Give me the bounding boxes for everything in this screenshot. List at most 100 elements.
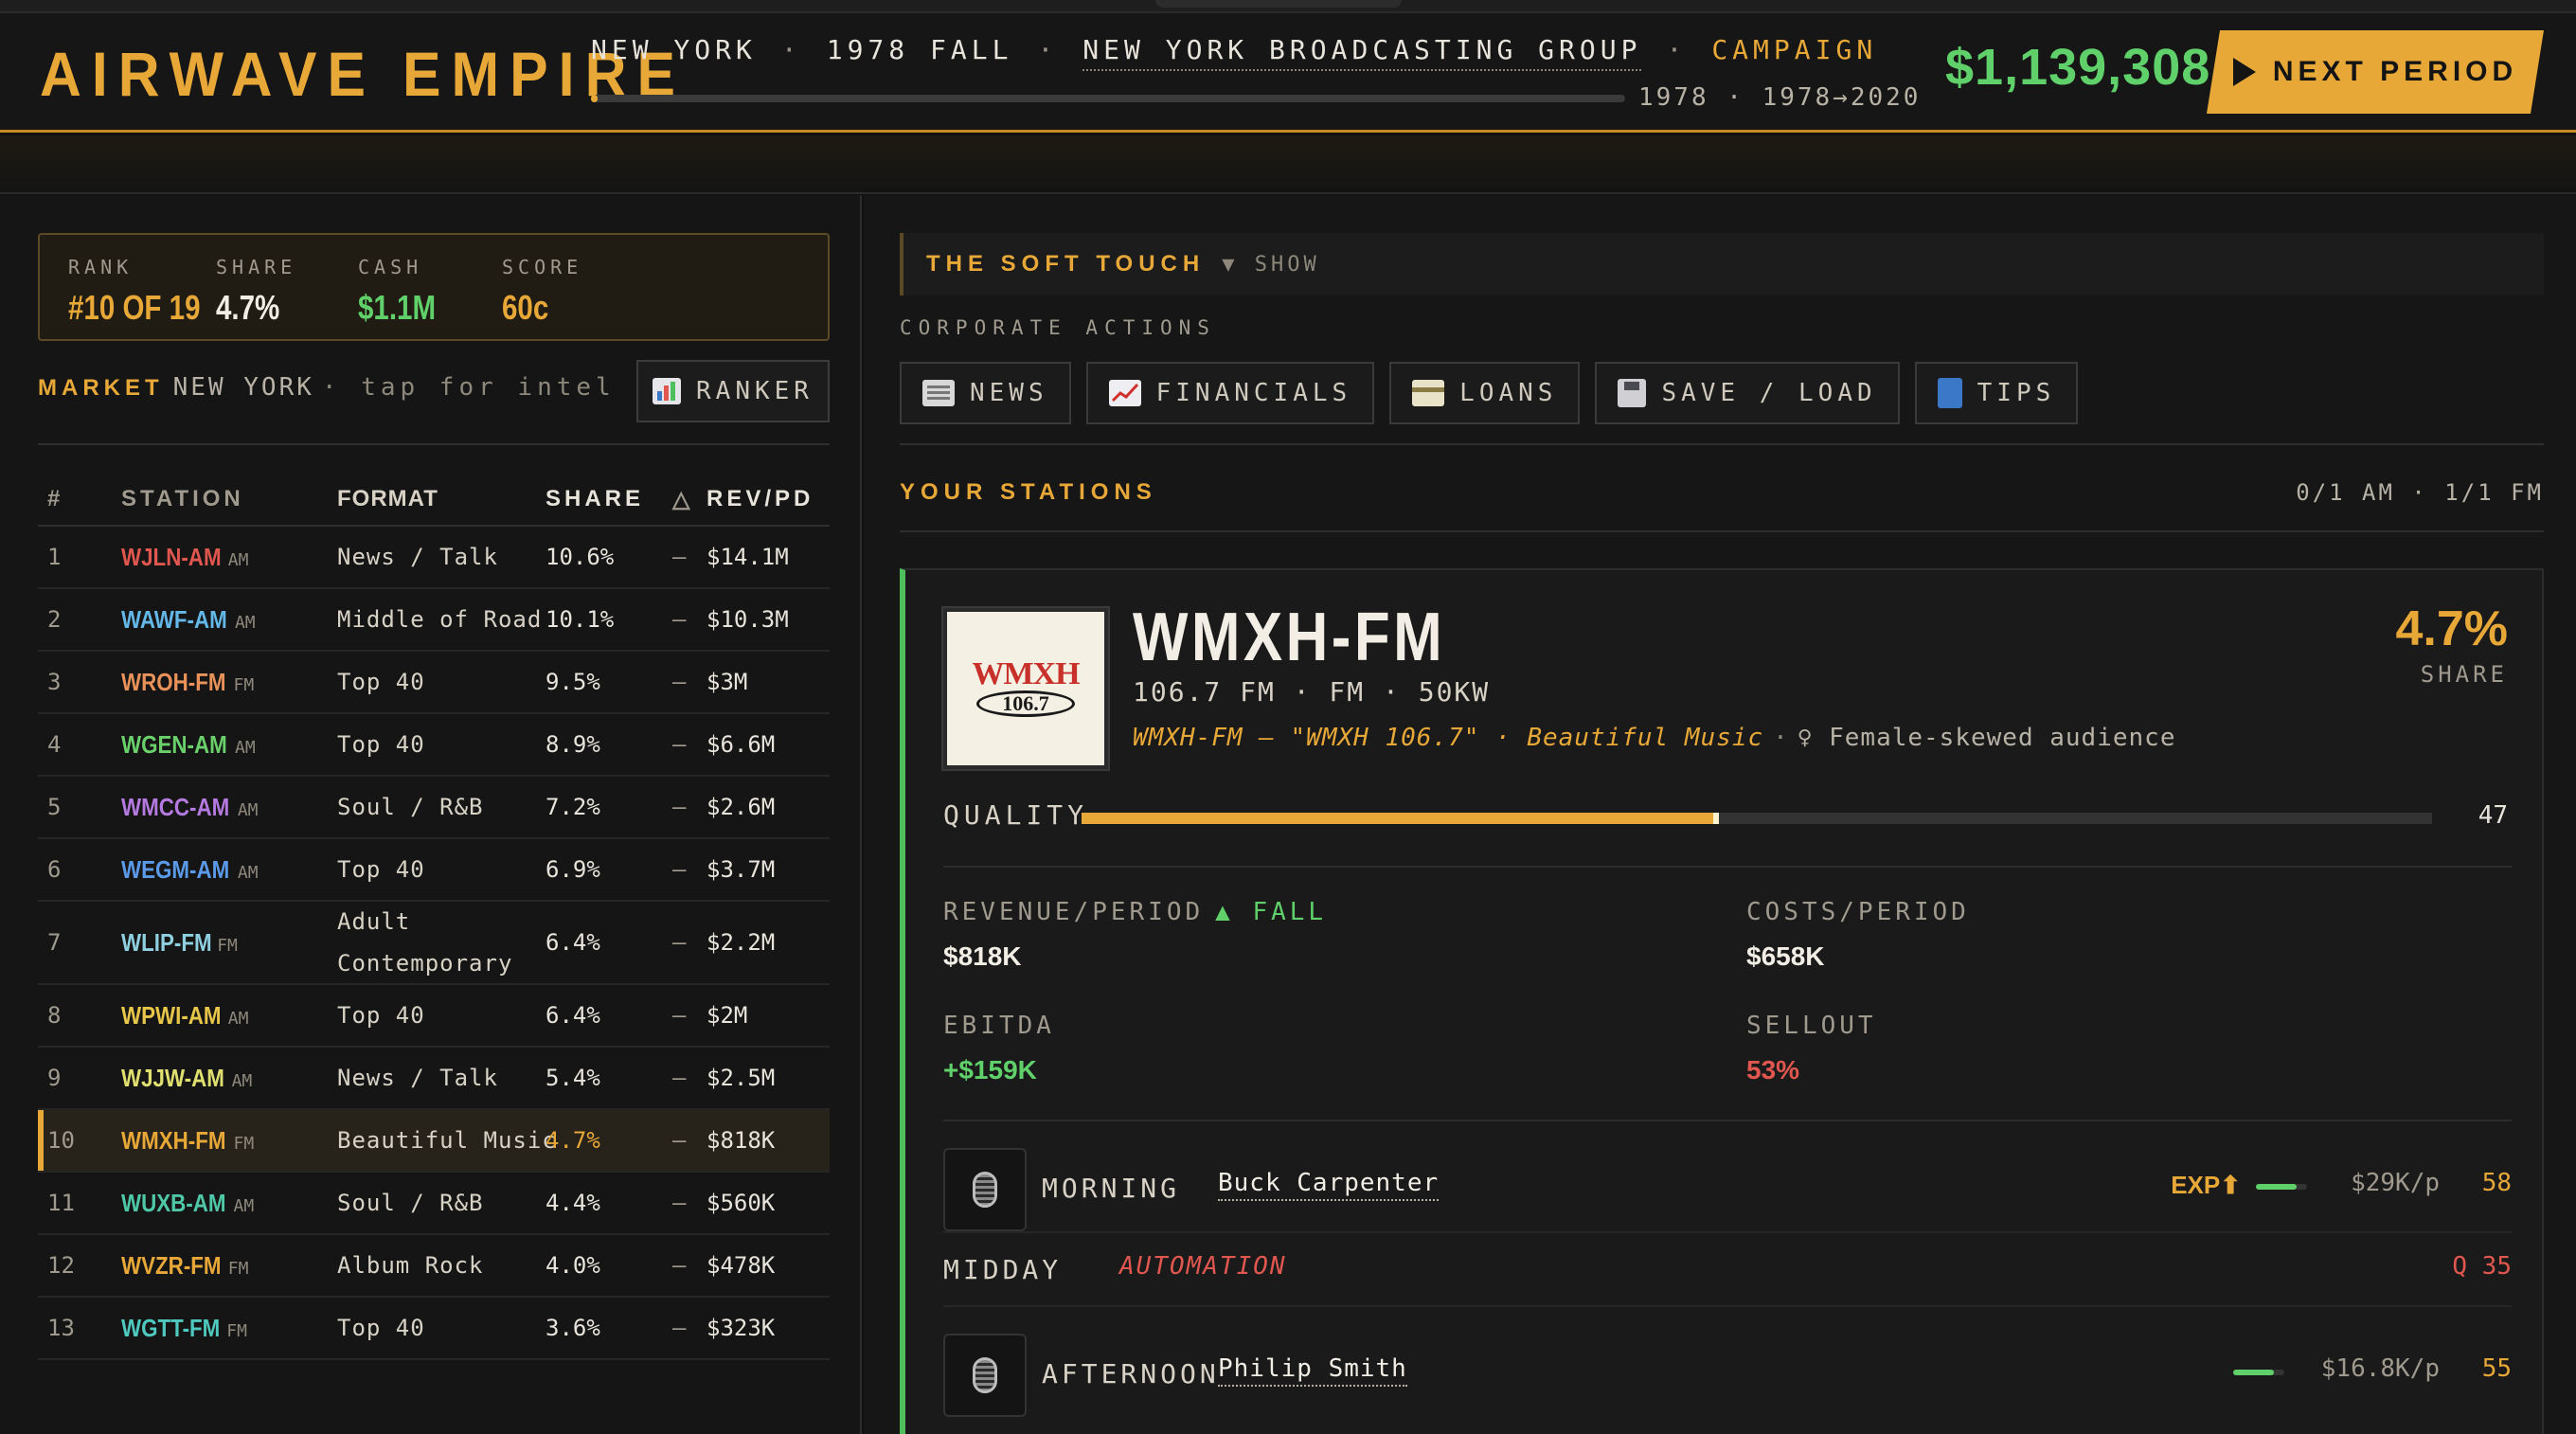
rank-cell: 11 [47, 1190, 75, 1216]
column-header-rank[interactable]: # [38, 486, 121, 512]
station-tagline: WMXH-FM — "WMXH 106.7" · Beautiful Music… [1133, 724, 2175, 752]
show-toggle-bar[interactable]: THE SOFT TOUCH ▼ SHOW [900, 233, 2544, 296]
market-intel-link[interactable]: MARKET NEW YORK · tap for intel [38, 373, 616, 402]
station-cell: WGEN-AM AM [121, 730, 337, 760]
station-band: AM [233, 1195, 255, 1216]
sellout-label: SELLOUT [1746, 1012, 1877, 1040]
table-row[interactable]: 8 WPWI-AM AM Top 40 6.4% — $2M [38, 985, 830, 1048]
quality-bar-fill [1082, 813, 1717, 824]
trend-cell: — [672, 856, 687, 883]
save-load-button[interactable]: SAVE / LOAD [1595, 362, 1900, 424]
table-row[interactable]: 4 WGEN-AM AM Top 40 8.9% — $6.6M [38, 714, 830, 777]
ranker-button[interactable]: RANKER [636, 360, 830, 422]
microphone-icon [943, 1334, 1027, 1417]
breadcrumb: NEW YORK · 1978 FALL · NEW YORK BROADCASTING… [591, 34, 1877, 71]
sellout-block: SELLOUT 53% [1746, 1012, 1877, 1085]
column-header-share[interactable]: SHARE [546, 486, 672, 512]
table-row[interactable]: 9 WJJW-AM AM News / Talk 5.4% — $2.5M [38, 1048, 830, 1110]
news-button[interactable]: NEWS [900, 362, 1071, 424]
table-row[interactable]: 2 WAWF-AM AM Middle of Road 10.1% — $10.3M [38, 589, 830, 652]
rank-cell: 7 [47, 929, 62, 956]
format-cell: Top 40 [337, 669, 425, 695]
stat-score: SCORE 60c [502, 256, 582, 328]
station-call-sign: WLIP-FM [121, 927, 212, 957]
station-cell: WMXH-FM FM [121, 1126, 337, 1156]
breadcrumb-market[interactable]: NEW YORK [591, 34, 757, 65]
format-cell: Top 40 [337, 1002, 425, 1029]
column-header-format[interactable]: FORMAT [337, 486, 546, 512]
host-performance-meter [2233, 1370, 2284, 1375]
player-stats-card: RANK #10 OF 19 SHARE 4.7% CASH $1.1M SCO… [38, 233, 830, 341]
line-chart-icon [1108, 380, 1141, 406]
stat-share-label: SHARE [216, 256, 297, 278]
loans-button[interactable]: LOANS [1389, 362, 1581, 424]
next-period-button[interactable]: NEXT PERIOD [2207, 30, 2544, 114]
table-row[interactable]: 7 WLIP-FM FM Adult Contemporary 6.4% — $2.2M [38, 902, 830, 985]
play-icon [2233, 58, 2256, 86]
financials-button[interactable]: FINANCIALS [1085, 362, 1375, 424]
table-row[interactable]: 6 WEGM-AM AM Top 40 6.9% — $3.7M [38, 839, 830, 902]
share-cell: 6.4% [546, 929, 600, 956]
host-name-link[interactable]: Philip Smith [1218, 1354, 1407, 1387]
table-row[interactable]: 10 WMXH-FM FM Beautiful Music 4.7% — $818K [38, 1110, 830, 1173]
revenue-trend: ▲ FALL [1215, 898, 1328, 926]
audience-skew: ♀ Female-skewed audience [1797, 724, 2176, 752]
rank-cell: 3 [47, 669, 62, 695]
station-card[interactable]: WMXH 106.7 WMXH-FM 106.7 FM · FM · 50KW … [900, 568, 2544, 1434]
costs-label: COSTS/PERIOD [1746, 898, 1970, 926]
cash-balance: $1,139,308 [1945, 39, 2211, 96]
station-share-label: SHARE [2420, 661, 2508, 688]
market-label: MARKET [38, 375, 164, 401]
floppy-disk-icon [1618, 379, 1647, 407]
market-ranking-table: # STATION FORMAT SHARE △ REV/PD 1 WJLN-AM… [38, 474, 830, 1360]
column-header-revenue[interactable]: REV/PD [707, 486, 830, 512]
table-row[interactable]: 1 WJLN-AM AM News / Talk 10.6% — $14.1M [38, 527, 830, 589]
station-call-sign: WAWF-AM [121, 604, 227, 634]
table-row[interactable]: 3 WROH-FM FM Top 40 9.5% — $3M [38, 652, 830, 714]
host-salary: $29K/p [2351, 1169, 2440, 1197]
divider [943, 866, 2512, 868]
divider [943, 1120, 2512, 1121]
station-band: AM [234, 612, 256, 633]
trend-cell: — [672, 929, 687, 956]
format-cell: Top 40 [337, 731, 425, 758]
market-hint: · tap for intel [321, 373, 616, 402]
format-cell: Adult Contemporary [337, 908, 513, 977]
column-header-change[interactable]: △ [672, 486, 707, 513]
timeline-progress-bar [591, 95, 1625, 102]
station-band: AM [237, 862, 259, 883]
breadcrumb-company[interactable]: NEW YORK BROADCASTING GROUP [1082, 34, 1642, 71]
ranker-label: RANKER [696, 377, 814, 405]
table-row[interactable]: 12 WVZR-FM FM Album Rock 4.0% — $478K [38, 1235, 830, 1298]
share-cell: 7.2% [546, 794, 600, 820]
revenue-cell: $818K [707, 1127, 776, 1154]
table-row[interactable]: 13 WGTT-FM FM Top 40 3.6% — $323K [38, 1298, 830, 1360]
loans-label: LOANS [1459, 379, 1558, 407]
breadcrumb-period: 1978 FALL [826, 34, 1013, 65]
stat-cash: CASH $1.1M [358, 256, 453, 328]
microphone-icon [943, 1148, 1027, 1231]
tips-button[interactable]: TIPS [1914, 362, 2079, 424]
table-row[interactable]: 11 WUXB-AM AM Soul / R&B 4.4% — $560K [38, 1173, 830, 1235]
station-call-sign: WMXH-FM [121, 1125, 226, 1155]
daypart-morning[interactable]: MORNING Buck Carpenter EXP⬆ $29K/p 58 [943, 1138, 2512, 1233]
host-name-link[interactable]: Buck Carpenter [1218, 1169, 1440, 1201]
station-call-sign: WEGM-AM [121, 854, 230, 884]
station-band: AM [234, 737, 256, 758]
trend-cell: — [672, 1002, 687, 1029]
format-cell: Soul / R&B [337, 794, 484, 820]
trend-cell: — [672, 731, 687, 758]
daypart-afternoon[interactable]: AFTERNOON Philip Smith $16.8K/p 55 [943, 1324, 2512, 1419]
station-frequency: 106.7 FM · FM · 50KW [1133, 676, 1491, 708]
stat-share: SHARE 4.7% [216, 256, 296, 328]
market-name: NEW YORK [172, 373, 314, 402]
breadcrumb-separator: · [780, 34, 802, 65]
station-cell: WJLN-AM AM [121, 543, 337, 572]
daypart-midday[interactable]: MIDDAY AUTOMATION Q 35 [943, 1233, 2512, 1307]
timeline-progress-fill [591, 95, 598, 102]
credit-card-icon [1412, 380, 1445, 406]
column-header-station[interactable]: STATION [121, 486, 337, 512]
automation-label[interactable]: AUTOMATION [1119, 1252, 1287, 1282]
show-toggle[interactable]: ▼ SHOW [1222, 253, 1319, 277]
table-row[interactable]: 5 WMCC-AM AM Soul / R&B 7.2% — $2.6M [38, 777, 830, 839]
